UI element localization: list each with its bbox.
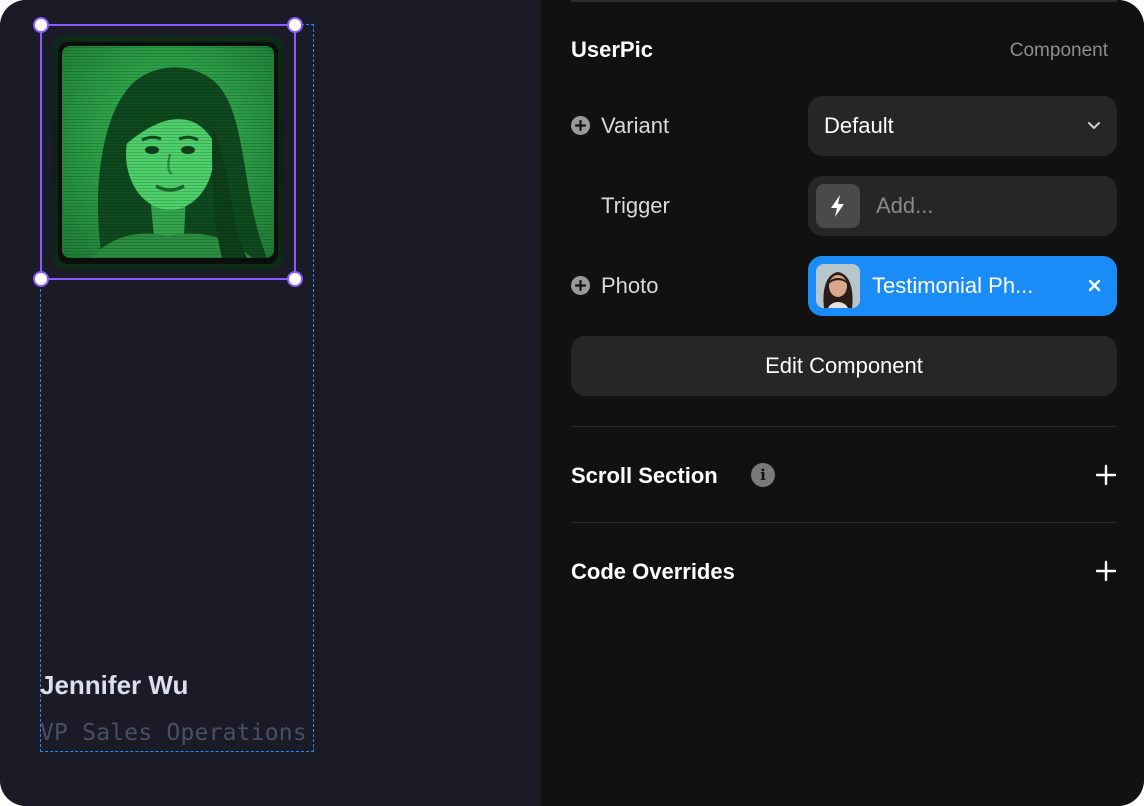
- code-overrides-title[interactable]: Code Overrides: [571, 559, 735, 585]
- trigger-field[interactable]: Add...: [808, 176, 1117, 236]
- photo-label: Photo: [601, 273, 659, 298]
- variant-value: Default: [824, 113, 894, 138]
- resize-handle-top-right[interactable]: [287, 17, 303, 33]
- photo-value: Testimonial Ph...: [872, 273, 1034, 298]
- trigger-placeholder: Add...: [876, 193, 934, 218]
- resize-handle-bottom-left[interactable]: [33, 271, 49, 287]
- panel-top-divider: [571, 0, 1117, 2]
- section-divider: [571, 426, 1117, 427]
- properties-panel: UserPic Component Variant Default Trigge…: [540, 0, 1144, 806]
- resize-handle-top-left[interactable]: [33, 17, 49, 33]
- add-scroll-section-icon[interactable]: [1095, 464, 1117, 486]
- trigger-label: Trigger: [601, 193, 670, 218]
- add-variant-icon[interactable]: [571, 116, 590, 135]
- scroll-section-title[interactable]: Scroll Section: [571, 463, 718, 489]
- add-code-override-icon[interactable]: [1095, 560, 1117, 582]
- variant-dropdown[interactable]: Default: [808, 96, 1117, 156]
- component-type-label: Component: [1009, 40, 1108, 61]
- close-icon[interactable]: [1088, 279, 1101, 292]
- resize-handle-bottom-right[interactable]: [287, 271, 303, 287]
- chevron-down-icon: [1088, 122, 1100, 129]
- selection-box[interactable]: [40, 24, 296, 280]
- variant-label: Variant: [601, 113, 670, 138]
- design-canvas[interactable]: Jennifer Wu VP Sales Operations: [0, 0, 540, 806]
- add-photo-icon[interactable]: [571, 276, 590, 295]
- edit-component-button[interactable]: Edit Component: [571, 336, 1117, 396]
- person-name[interactable]: Jennifer Wu: [40, 670, 188, 701]
- lightning-bolt-icon: [816, 184, 860, 228]
- info-icon[interactable]: i: [751, 463, 775, 487]
- app-window: Jennifer Wu VP Sales Operations UserPic …: [0, 0, 1144, 806]
- section-divider: [571, 522, 1117, 523]
- photo-chip[interactable]: Testimonial Ph...: [808, 256, 1117, 316]
- person-title[interactable]: VP Sales Operations: [40, 720, 307, 746]
- photo-thumbnail: [816, 264, 860, 308]
- component-name: UserPic: [571, 37, 653, 62]
